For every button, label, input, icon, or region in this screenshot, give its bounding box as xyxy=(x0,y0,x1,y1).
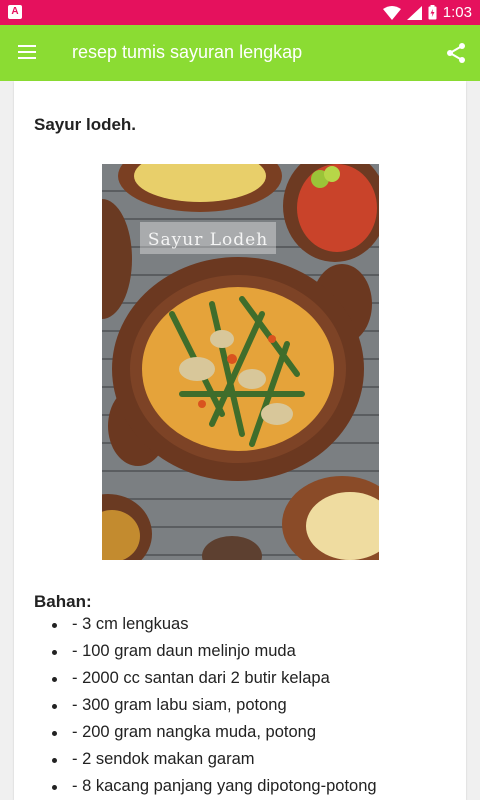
list-item: - 2 sendok makan garam xyxy=(48,746,377,773)
list-item: - 300 gram labu siam, potong xyxy=(48,692,377,719)
app-title: resep tumis sayuran lengkap xyxy=(72,42,303,62)
menu-icon[interactable] xyxy=(16,41,40,65)
battery-icon xyxy=(428,5,437,20)
clock: 1:03 xyxy=(442,4,472,21)
wifi-icon xyxy=(382,5,401,20)
share-icon[interactable] xyxy=(444,41,468,65)
image-caption: Sayur Lodeh xyxy=(148,230,268,250)
status-bar: A 1:03 xyxy=(0,0,480,25)
list-item: - 100 gram daun melinjo muda xyxy=(48,638,377,665)
ingredients-list: - 3 cm lengkuas - 100 gram daun melinjo … xyxy=(48,611,377,800)
list-item: - 200 gram nangka muda, potong xyxy=(48,719,377,746)
recipe-card: Sayur lodeh. Sayur Lodeh Bahan: - 3 cm l… xyxy=(14,81,466,800)
ingredients-heading: Bahan: xyxy=(34,592,92,611)
recipe-title: Sayur lodeh. xyxy=(34,115,137,134)
list-item: - 3 cm lengkuas xyxy=(48,611,377,638)
app-notification-icon: A xyxy=(8,5,22,19)
signal-icon xyxy=(406,5,422,20)
list-item: - 2000 cc santan dari 2 butir kelapa xyxy=(48,665,377,692)
recipe-photo: Sayur Lodeh xyxy=(102,164,379,560)
app-bar: resep tumis sayuran lengkap xyxy=(0,25,480,81)
list-item: - 8 kacang panjang yang dipotong-potong xyxy=(48,773,377,800)
